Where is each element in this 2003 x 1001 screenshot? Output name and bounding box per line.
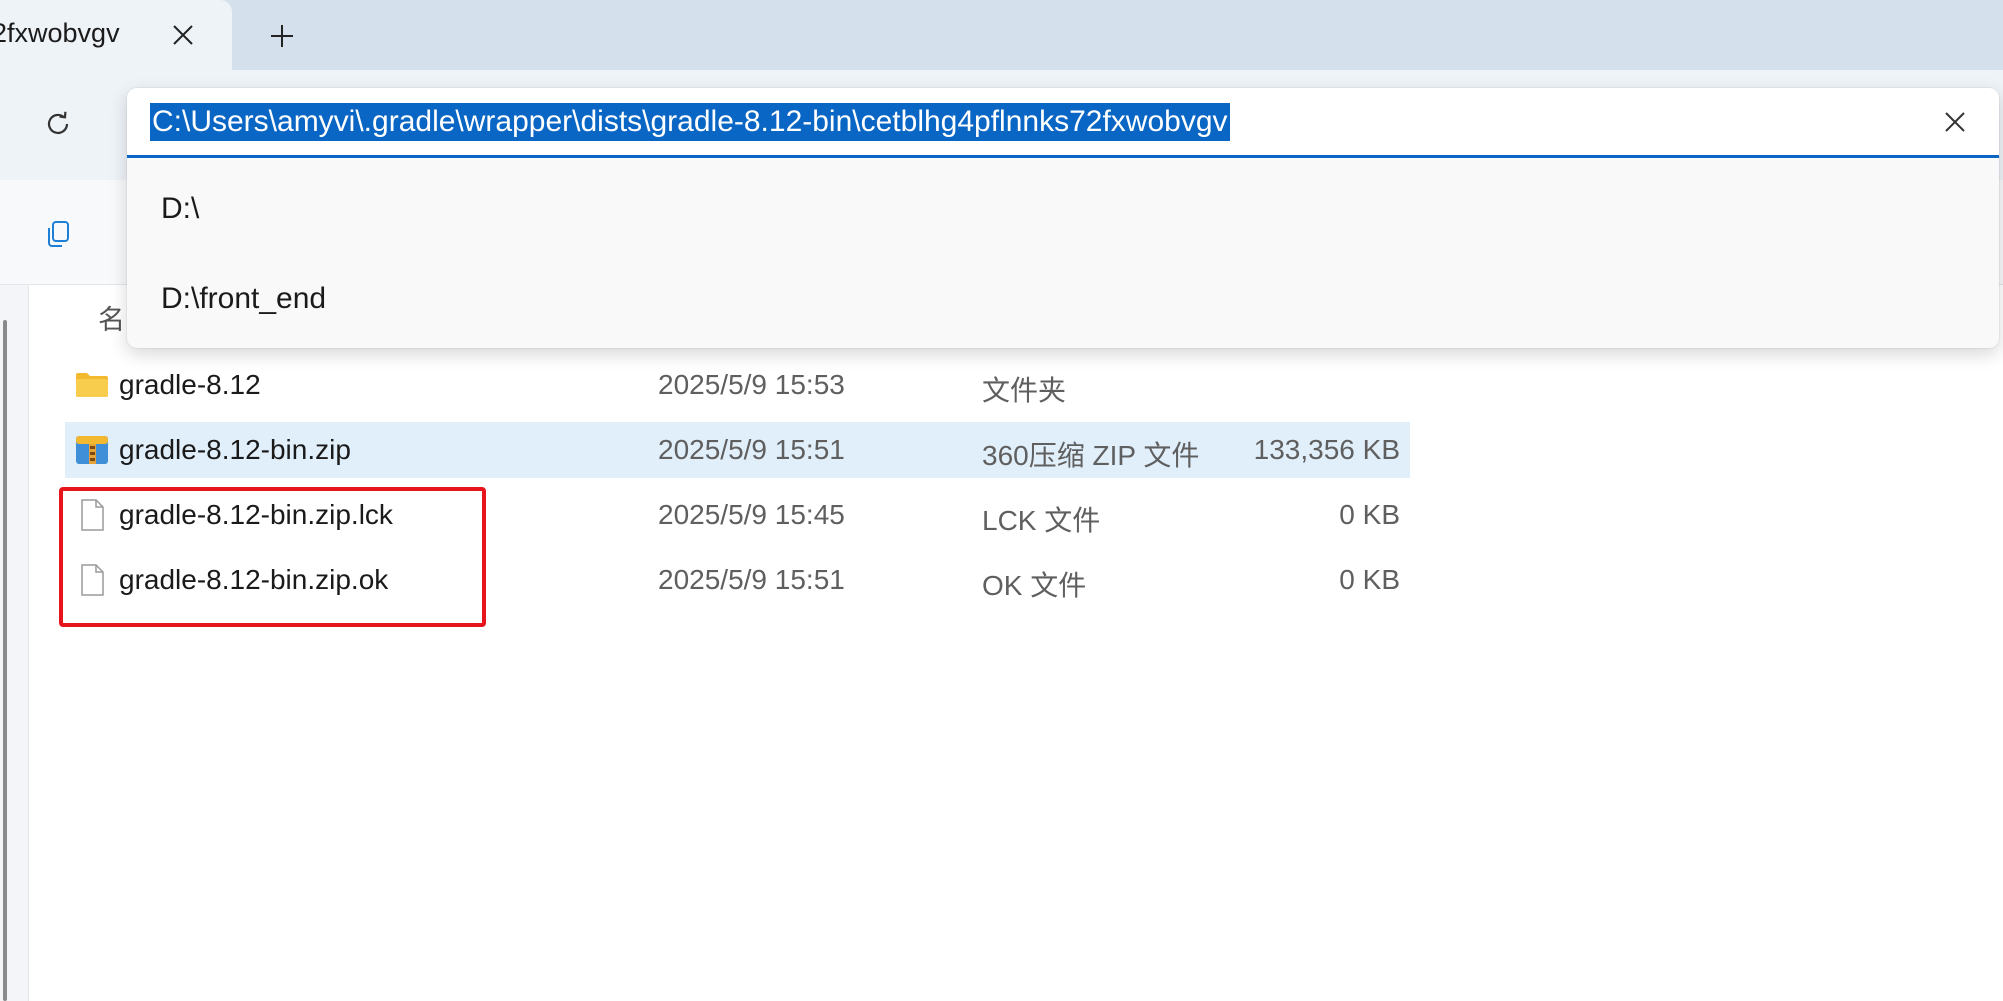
file-name: gradle-8.12-bin.zip: [119, 434, 351, 465]
file-name: gradle-8.12: [119, 369, 261, 400]
address-suggestion-item[interactable]: D:\: [127, 168, 1999, 256]
active-tab[interactable]: 2fxwobvgv: [0, 0, 232, 70]
file-size: 0 KB: [1339, 499, 1400, 530]
file-type: 360压缩 ZIP 文件: [982, 440, 1200, 471]
tab-title: 2fxwobvgv: [0, 18, 120, 48]
refresh-icon[interactable]: [38, 104, 78, 144]
address-input[interactable]: C:\Users\amyvi\.gradle\wrapper\dists\gra…: [127, 88, 1999, 158]
file-date-modified: 2025/5/9 15:51: [658, 434, 845, 465]
file-date-modified: 2025/5/9 15:53: [658, 369, 845, 400]
plus-icon[interactable]: [264, 18, 300, 54]
file-row[interactable]: gradle-8.12-bin.zip 2025/5/9 15:51 360压缩…: [65, 422, 1410, 478]
suggestion-label: D:\: [161, 192, 200, 225]
close-icon[interactable]: [166, 18, 200, 52]
tab-strip: 2fxwobvgv: [0, 0, 2003, 70]
file-size: 0 KB: [1339, 564, 1400, 595]
suggestion-label: D:\front_end: [161, 282, 327, 315]
address-text[interactable]: C:\Users\amyvi\.gradle\wrapper\dists\gra…: [150, 103, 1230, 141]
file-size: 133,356 KB: [1253, 434, 1400, 465]
folder-icon: [74, 367, 110, 403]
address-suggestion-item[interactable]: D:\front_end: [127, 258, 1999, 346]
file-row[interactable]: gradle-8.12 2025/5/9 15:53 文件夹: [65, 357, 1410, 413]
file-type: OK 文件: [982, 570, 1087, 601]
zip-archive-icon: [74, 432, 110, 468]
navigation-pane-scrollbar[interactable]: [3, 320, 7, 1001]
annotation-highlight-box: [59, 487, 486, 627]
column-header-name[interactable]: 名: [98, 298, 125, 337]
address-bar-dropdown: C:\Users\amyvi\.gradle\wrapper\dists\gra…: [127, 88, 1999, 348]
file-date-modified: 2025/5/9 15:45: [658, 499, 845, 530]
copy-icon[interactable]: [38, 214, 78, 254]
file-type: 文件夹: [982, 375, 1067, 406]
file-type: LCK 文件: [982, 505, 1101, 536]
close-icon[interactable]: [1937, 104, 1973, 140]
file-date-modified: 2025/5/9 15:51: [658, 564, 845, 595]
